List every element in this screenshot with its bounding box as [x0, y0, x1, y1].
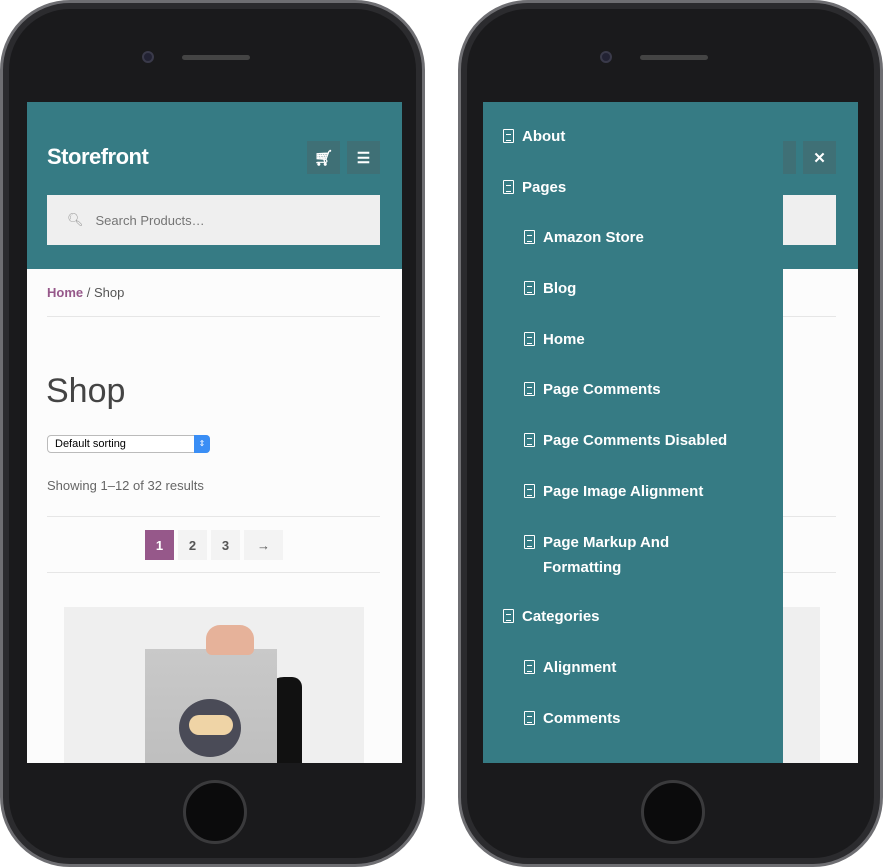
menu-item[interactable]: Alignment: [524, 655, 763, 680]
menu-item[interactable]: Page Comments: [524, 377, 763, 402]
handheld-navigation-menu: About Pages Amazon Store Blog Home Page Comme…: [483, 102, 783, 763]
search-input[interactable]: [95, 212, 356, 228]
menu-item-label: Page Image Alignment: [543, 483, 704, 500]
menu-item[interactable]: Comments: [524, 706, 763, 731]
close-icon: ✕: [813, 149, 826, 167]
camera: [142, 51, 154, 63]
document-icon: [524, 711, 535, 725]
menu-item-label: Page Comments Disabled: [543, 432, 728, 449]
document-icon: [524, 332, 535, 346]
next-page-button[interactable]: →: [244, 530, 283, 560]
result-count: Showing 1–12 of 32 results: [47, 478, 204, 493]
hamburger-icon: ☰: [356, 149, 371, 167]
menu-item-label: Page Markup And Formatting: [543, 534, 670, 576]
menu-item[interactable]: Amazon Store: [524, 225, 763, 250]
menu-item-label: Alignment: [543, 659, 617, 676]
menu-item[interactable]: Page Comments Disabled: [524, 428, 763, 453]
breadcrumb: Home / Shop: [47, 285, 124, 300]
cart-icon: 🛒︎: [313, 149, 334, 167]
menu-item-label: About: [522, 128, 566, 145]
menu-item-label: Blog: [543, 280, 577, 297]
menu-item-label: Home: [543, 331, 585, 348]
menu-item-label: Categories: [522, 608, 600, 625]
image-hand: [206, 625, 254, 655]
breadcrumb-current: Shop: [93, 285, 125, 300]
menu-item[interactable]: Pages: [503, 175, 763, 200]
menu-item-label: Amazon Store: [543, 229, 644, 246]
screen-left: Storefront 🛒︎ ☰ 🔍︎ Home / Shop Shop Defa…: [27, 102, 402, 763]
document-icon: [524, 433, 535, 447]
menu-item-label: Comments: [543, 710, 621, 727]
menu-item[interactable]: Page Image Alignment: [524, 479, 763, 504]
document-icon: [524, 535, 535, 549]
home-button[interactable]: [183, 780, 247, 844]
site-logo[interactable]: Storefront: [47, 144, 149, 170]
site-header: Storefront 🛒︎ ☰ 🔍︎: [27, 102, 402, 269]
close-menu-button[interactable]: ✕: [803, 141, 836, 174]
menu-item-label: Pages: [522, 179, 567, 196]
divider: [47, 516, 380, 517]
camera: [600, 51, 612, 63]
search-field[interactable]: 🔍︎: [47, 195, 380, 245]
document-icon: [503, 129, 514, 143]
breadcrumb-home-link[interactable]: Home: [47, 285, 83, 300]
menu-toggle-button[interactable]: ☰: [347, 141, 380, 174]
document-icon: [524, 660, 535, 674]
page-2[interactable]: 2: [178, 530, 207, 560]
product-image[interactable]: [64, 607, 364, 763]
page-title: Shop: [46, 372, 126, 410]
speaker: [182, 55, 250, 60]
page-1[interactable]: 1: [145, 530, 174, 560]
divider: [47, 572, 380, 573]
select-arrows-icon: ⇕: [194, 435, 210, 453]
speaker: [640, 55, 708, 60]
menu-item[interactable]: Home: [524, 327, 763, 352]
screen-right: ✕ About Pages Amazon Store Blog Home Page Com…: [483, 102, 858, 763]
cart-button[interactable]: 🛒︎: [307, 141, 340, 174]
image-ninja-face: [189, 715, 233, 735]
menu-item[interactable]: About: [503, 124, 763, 149]
document-icon: [524, 230, 535, 244]
divider: [47, 316, 380, 317]
home-button[interactable]: [641, 780, 705, 844]
menu-item[interactable]: Page Markup And Formatting: [524, 530, 704, 580]
sorting-value: Default sorting: [55, 438, 126, 450]
menu-item-label: Page Comments: [543, 381, 661, 398]
search-icon: 🔍︎: [67, 212, 84, 227]
page-3[interactable]: 3: [211, 530, 240, 560]
document-icon: [503, 180, 514, 194]
document-icon: [503, 609, 514, 623]
breadcrumb-separator: /: [83, 285, 94, 300]
document-icon: [524, 382, 535, 396]
menu-item[interactable]: Categories: [503, 604, 763, 629]
sorting-select[interactable]: Default sorting ⇕: [47, 435, 210, 453]
pagination: 1 2 3 →: [145, 530, 283, 560]
document-icon: [524, 281, 535, 295]
menu-item[interactable]: Blog: [524, 276, 763, 301]
document-icon: [524, 484, 535, 498]
